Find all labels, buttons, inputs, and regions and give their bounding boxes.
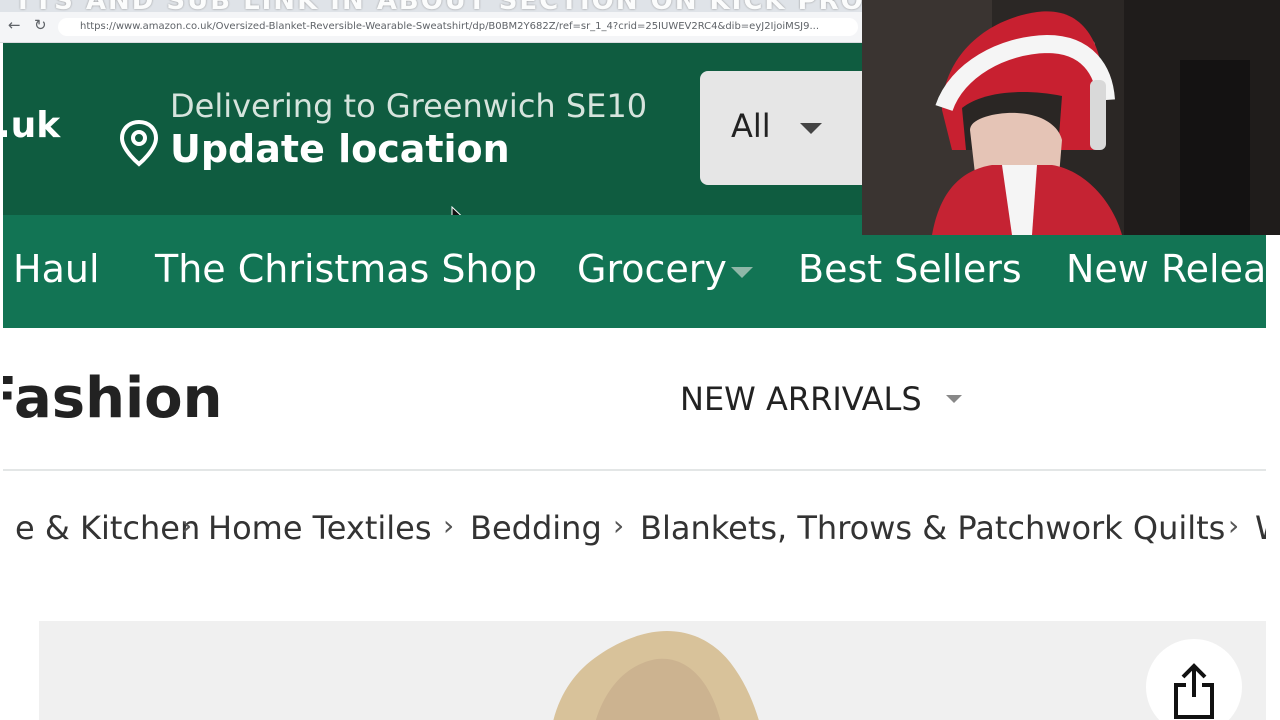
breadcrumb-item[interactable]: W <box>1255 509 1266 547</box>
nav-item-christmas-shop[interactable]: The Christmas Shop <box>155 247 537 291</box>
breadcrumb-separator: › <box>613 509 625 542</box>
breadcrumb-separator: › <box>1228 509 1240 542</box>
browser-tab-strip[interactable]: TTS AND SUB LINK IN ABOUT SECTION ON KIC… <box>0 0 862 12</box>
nav-item-best-sellers[interactable]: Best Sellers <box>798 247 1022 291</box>
browser-toolbar: ← ↻ https://www.amazon.co.uk/Oversized-B… <box>0 12 862 43</box>
reload-icon[interactable]: ↻ <box>34 16 47 34</box>
search-category-label: All <box>731 107 771 145</box>
location-pin-icon <box>119 119 159 167</box>
address-bar[interactable]: https://www.amazon.co.uk/Oversized-Blank… <box>58 18 858 36</box>
breadcrumb-separator: › <box>181 509 193 542</box>
breadcrumb-item[interactable]: Bedding <box>470 509 602 547</box>
product-photo[interactable] <box>539 625 779 720</box>
breadcrumb: e & Kitchen › Home Textiles › Bedding › … <box>3 509 1266 559</box>
back-arrow-icon[interactable]: ← <box>8 16 21 34</box>
update-location-link[interactable]: Update location <box>170 127 510 171</box>
store-header: Fashion NEW ARRIVALS <box>3 328 1266 471</box>
nav-item-haul[interactable]: Haul <box>13 247 100 291</box>
breadcrumb-item[interactable]: Home Textiles <box>208 509 432 547</box>
breadcrumb-item[interactable]: Blankets, Throws & Patchwork Quilts <box>640 509 1225 547</box>
delivery-address[interactable]: Delivering to Greenwich SE10 <box>170 87 647 125</box>
share-icon <box>1174 663 1214 719</box>
product-image-area <box>39 621 1266 720</box>
breadcrumb-separator: › <box>443 509 455 542</box>
nav-item-new-releases[interactable]: New Releas <box>1066 247 1266 291</box>
new-arrivals-menu[interactable]: NEW ARRIVALS <box>680 380 922 418</box>
nav-item-grocery[interactable]: Grocery <box>577 247 727 291</box>
share-button[interactable] <box>1146 639 1242 720</box>
chevron-down-icon <box>946 395 962 403</box>
amazon-logo[interactable]: .uk <box>3 105 60 146</box>
chevron-down-icon <box>800 123 822 134</box>
chevron-down-icon <box>731 267 753 278</box>
webcam-overlay <box>862 0 1280 235</box>
stream-ticker-overlay: TTS AND SUB LINK IN ABOUT SECTION ON KIC… <box>14 0 862 12</box>
breadcrumb-item[interactable]: e & Kitchen <box>15 509 200 547</box>
search-category-dropdown[interactable]: All <box>700 71 870 185</box>
store-title[interactable]: Fashion <box>3 366 223 431</box>
